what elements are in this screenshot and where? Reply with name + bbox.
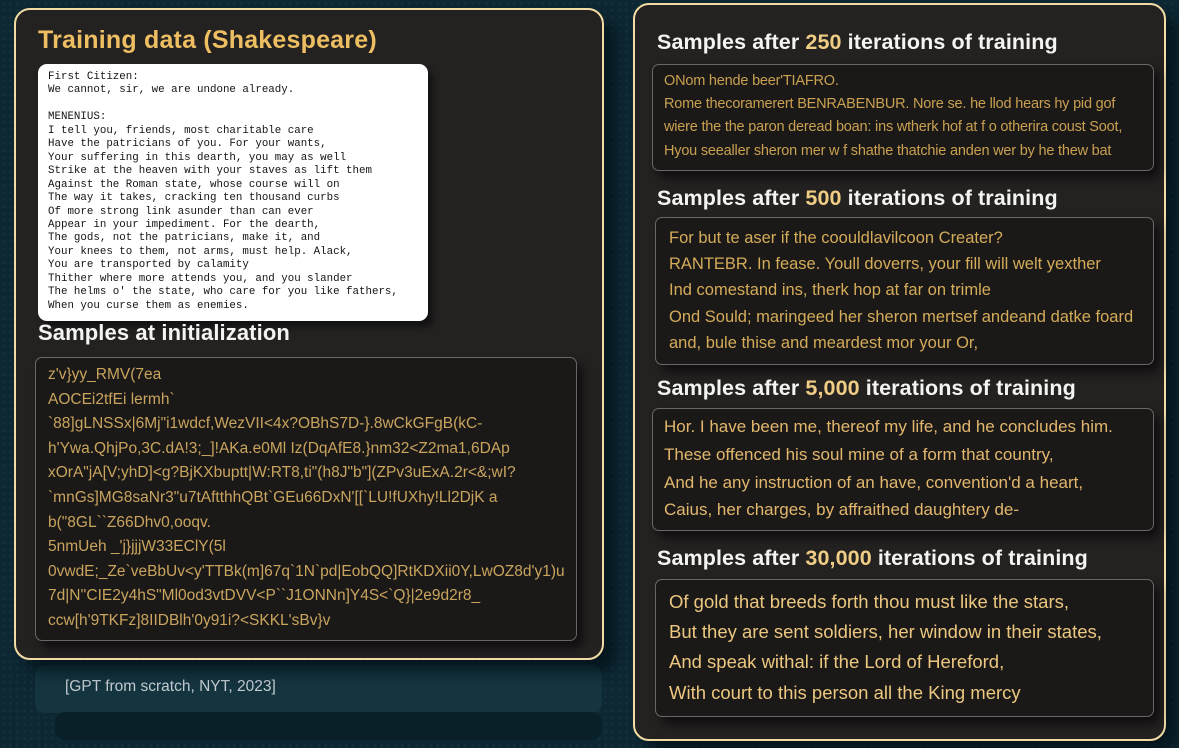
- heading-suffix: iterations of training: [842, 186, 1058, 210]
- samples-at-initialization-heading: Samples at initialization: [38, 320, 290, 346]
- sample-text-line: These offenced his soul mine of a form t…: [664, 441, 1142, 469]
- samples-250-box: ONom hende beer'TIAFRO.Rome thecoramerer…: [652, 64, 1154, 171]
- iteration-count: 500: [805, 186, 841, 210]
- sample-text-line: RANTEBR. In fease. Youll doverrs, your f…: [669, 251, 1140, 277]
- sample-text-line: Of gold that breeds forth thou must like…: [669, 587, 1140, 617]
- sample-text-line: And speak withal: if the Lord of Herefor…: [669, 647, 1140, 677]
- samples-500-heading: Samples after 500 iterations of training: [657, 186, 1058, 211]
- shakespeare-training-text: First Citizen: We cannot, sir, we are un…: [48, 71, 418, 313]
- sample-text-line: and, bule thise and meardest mor your Or…: [669, 330, 1140, 356]
- heading-suffix: iterations of training: [842, 30, 1058, 54]
- shakespeare-training-text-box: First Citizen: We cannot, sir, we are un…: [38, 64, 428, 321]
- samples-30000-box: Of gold that breeds forth thou must like…: [655, 579, 1154, 717]
- sample-text-line: 7d|N''CIE2y4hS"Ml0od3vtDVV<P``J1ONNn]Y4S…: [48, 584, 564, 609]
- iteration-count: 250: [805, 30, 841, 54]
- sample-text-line: With court to this person all the King m…: [669, 678, 1140, 708]
- background-layer-band: [55, 712, 602, 740]
- samples-30000-heading: Samples after 30,000 iterations of train…: [657, 546, 1088, 571]
- sample-text-line: Ond Sould; maringeed her sheron mertsef …: [669, 304, 1140, 330]
- sample-text-line: AOCEi2tfEi lermh`: [48, 388, 564, 413]
- sample-text-line: 0vwdE;_Ze`veBbUv<y'TTBk(m]67q`1N`pd|EobQ…: [48, 560, 564, 585]
- sample-text-line: ONom hende beer'TIAFRO.: [664, 70, 1142, 93]
- samples-5000-box: Hor. I have been me, thereof my life, an…: [652, 408, 1154, 531]
- training-data-title: Training data (Shakespeare): [38, 26, 377, 55]
- sample-text-line: Hyou seealler sheron mer w f shathe that…: [664, 140, 1142, 163]
- sample-text-line: Hor. I have been me, thereof my life, an…: [664, 413, 1142, 441]
- sample-text-line: `mnGs]MG8saNr3"u7tAftthhQBt`GEu66DxN'[[`…: [48, 486, 564, 511]
- sample-text-line: `88]gLNSSx|6Mj"i1wdcf,WezVII<4x?OBhS7D-}…: [48, 412, 564, 437]
- heading-suffix: iterations of training: [872, 546, 1088, 570]
- training-data-panel: Training data (Shakespeare) First Citize…: [14, 8, 604, 660]
- sample-text-line: For but te aser if the coouldlavilcoon C…: [669, 225, 1140, 251]
- sample-text-line: b("8GL``Z66Dhv0,ooqv.: [48, 511, 564, 536]
- heading-prefix: Samples after: [657, 30, 805, 54]
- sample-text-line: h'Ywa.QhjPo,3C.dA!3;_]!AKa.e0Ml Iz(DqAfE…: [48, 437, 564, 462]
- samples-500-box: For but te aser if the coouldlavilcoon C…: [655, 217, 1154, 365]
- sample-text-line: And he any instruction of an have, conve…: [664, 469, 1142, 497]
- heading-prefix: Samples after: [657, 376, 805, 400]
- sample-text-line: xOrA"jA[V;yhD]<g?BjKXbuptt|W:RT8,ti"(h8J…: [48, 461, 564, 486]
- sample-text-line: Ind comestand ins, therk hop at far on t…: [669, 277, 1140, 303]
- sample-text-line: 5nmUeh _'j}jjjW33EClY(5l: [48, 535, 564, 560]
- sample-text-line: z'v}yy_RMV(7ea: [48, 363, 564, 388]
- heading-prefix: Samples after: [657, 186, 805, 210]
- sample-text-line: Caius, her charges, by affraithed daught…: [664, 496, 1142, 524]
- sample-text-line: But they are sent soldiers, her window i…: [669, 617, 1140, 647]
- heading-suffix: iterations of training: [860, 376, 1076, 400]
- heading-prefix: Samples after: [657, 546, 805, 570]
- initialization-samples-box: z'v}yy_RMV(7eaAOCEi2tfEi lermh``88]gLNSS…: [35, 357, 577, 641]
- iteration-count: 30,000: [805, 546, 871, 570]
- citation-text: [GPT from scratch, NYT, 2023]: [65, 678, 276, 696]
- samples-250-heading: Samples after 250 iterations of training: [657, 30, 1058, 55]
- samples-5000-heading: Samples after 5,000 iterations of traini…: [657, 376, 1076, 401]
- sample-text-line: Rome thecoramerert BENRABENBUR. Nore se.…: [664, 93, 1142, 116]
- sample-text-line: wiere the the paron deread boan: ins wth…: [664, 116, 1142, 139]
- iteration-count: 5,000: [805, 376, 859, 400]
- citation-band: [GPT from scratch, NYT, 2023]: [35, 665, 602, 713]
- sample-text-line: ccw[h'9TKFz]8IIDBlh'0y91i?<SKKL'sBv}v: [48, 609, 564, 634]
- training-samples-panel: Samples after 250 iterations of training…: [633, 3, 1166, 741]
